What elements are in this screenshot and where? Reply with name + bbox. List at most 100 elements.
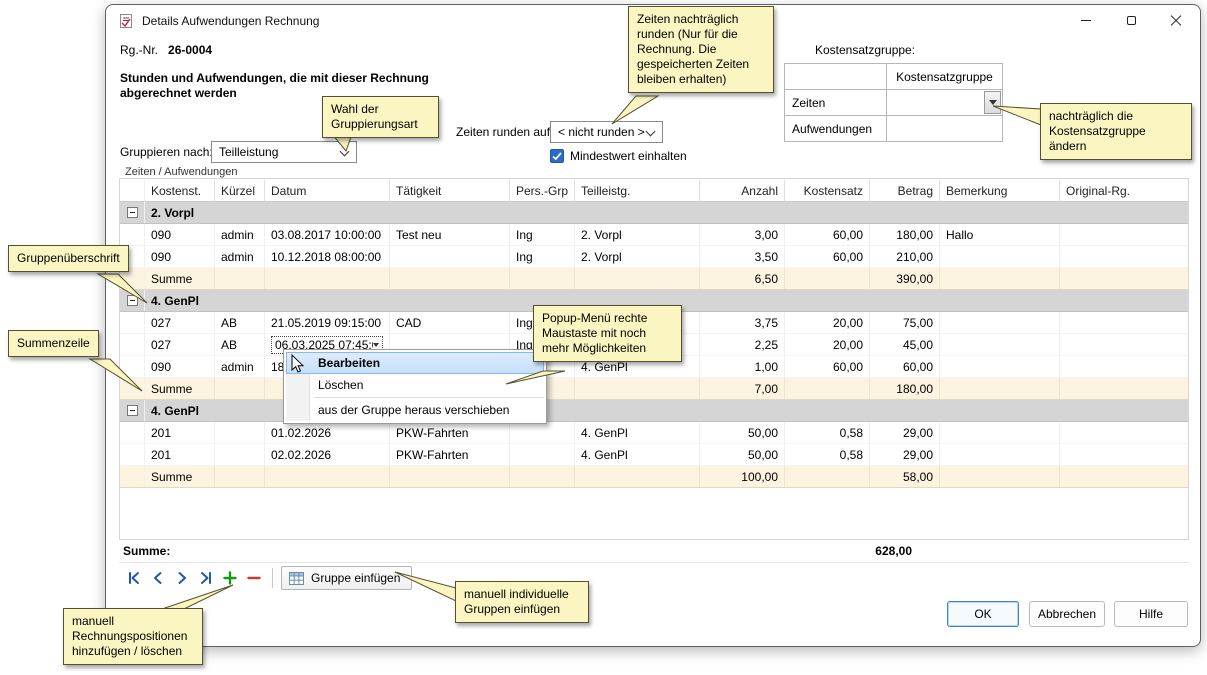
row-indicator-cell xyxy=(120,466,145,487)
record-toolbar: Gruppe einfügen xyxy=(122,565,412,591)
ks-zeiten-value-cell[interactable] xyxy=(887,90,1003,116)
chevron-down-icon xyxy=(989,100,997,105)
table-row[interactable]: 201 02.02.2026 PKW-Fahrten 4. GenPl 50,0… xyxy=(120,444,1188,466)
table-row[interactable]: 201 01.02.2026 PKW-Fahrten 4. GenPl 50,0… xyxy=(120,422,1188,444)
table-cell: admin xyxy=(215,246,265,267)
ks-dropdown-button[interactable] xyxy=(984,91,1001,114)
col-header-bemerkung[interactable]: Bemerkung xyxy=(940,180,1060,202)
last-record-icon xyxy=(198,570,214,586)
table-cell: 0,58 xyxy=(785,422,870,443)
table-cell xyxy=(510,422,575,443)
table-cell: 60,00 xyxy=(785,246,870,267)
gruppe-einfuegen-button[interactable]: Gruppe einfügen xyxy=(281,566,412,590)
row-indicator-cell xyxy=(120,224,145,245)
menu-item-verschieben[interactable]: aus der Gruppe heraus verschieben xyxy=(286,399,544,421)
collapse-icon[interactable] xyxy=(127,295,138,306)
table-cell xyxy=(265,268,390,289)
hilfe-button[interactable]: Hilfe xyxy=(1114,601,1188,627)
col-header-kuerzel[interactable]: Kürzel xyxy=(215,180,265,202)
table-cell xyxy=(1060,378,1188,399)
col-header-betrag[interactable]: Betrag xyxy=(870,180,940,202)
group-header-row[interactable]: 4. GenPl xyxy=(120,400,1188,422)
callout-zeiten-runden: Zeiten nachträglich runden (Nur für die … xyxy=(628,6,774,93)
mindestwert-checkbox[interactable] xyxy=(550,149,564,163)
next-record-button[interactable] xyxy=(170,567,193,589)
table-cell: 20,00 xyxy=(785,312,870,333)
group-header-row[interactable]: 2. Vorpl xyxy=(120,202,1188,224)
row-indicator-cell xyxy=(120,378,145,399)
table-cell: 027 xyxy=(145,334,215,355)
previous-record-button[interactable] xyxy=(146,567,169,589)
table-cell: 50,00 xyxy=(700,422,785,443)
callout-gruppierungsart: Wahl der Gruppierungsart xyxy=(322,96,439,138)
table-row[interactable]: 090 admin 03.08.2017 10:00:00 Test neu I… xyxy=(120,224,1188,246)
col-header-original[interactable]: Original-Rg. xyxy=(1060,180,1188,202)
table-cell: 090 xyxy=(145,224,215,245)
abbrechen-button[interactable]: Abbrechen xyxy=(1029,601,1105,627)
maximize-button[interactable] xyxy=(1109,6,1154,35)
table-cell xyxy=(1060,268,1188,289)
collapse-icon[interactable] xyxy=(127,405,138,416)
runden-select[interactable]: < nicht runden > xyxy=(550,121,663,143)
minimize-button[interactable] xyxy=(1063,6,1108,35)
menu-item-loeschen[interactable]: Löschen xyxy=(286,374,544,396)
kostensatzgruppe-label: Kostensatzgruppe: xyxy=(815,43,915,57)
total-value: 628,00 xyxy=(852,544,912,558)
table-cell xyxy=(575,466,700,487)
col-header-teilleistg[interactable]: Teilleistg. xyxy=(575,180,700,202)
add-row-button[interactable] xyxy=(218,567,241,589)
collapse-icon[interactable] xyxy=(127,207,138,218)
table-cell: 201 xyxy=(145,444,215,465)
col-header-kostensatz[interactable]: Kostensatz xyxy=(785,180,870,202)
summe-anzahl: 6,50 xyxy=(700,268,785,289)
delete-row-button[interactable] xyxy=(242,567,265,589)
table-cell xyxy=(1060,444,1188,465)
menu-item-bearbeiten[interactable]: Bearbeiten xyxy=(286,352,544,374)
table-cell xyxy=(510,268,575,289)
table-cell: Test neu xyxy=(390,224,510,245)
table-cell: 090 xyxy=(145,246,215,267)
table-cell xyxy=(785,466,870,487)
col-header-kostenst[interactable]: Kostenst. xyxy=(145,180,215,202)
table-cell xyxy=(1060,356,1188,377)
last-record-button[interactable] xyxy=(194,567,217,589)
table-row[interactable]: 090 admin 10.12.2018 08:00:00 Ing 2. Vor… xyxy=(120,246,1188,268)
close-icon xyxy=(1170,15,1182,27)
row-indicator-cell xyxy=(120,290,145,311)
row-indicator-cell xyxy=(120,202,145,223)
callout-gruppen-einfuegen: manuell individuelle Gruppen einfügen xyxy=(455,581,589,623)
summe-row: Summe 100,00 58,00 xyxy=(120,466,1188,488)
table-cell: 60,00 xyxy=(870,356,940,377)
gruppe-einfuegen-label: Gruppe einfügen xyxy=(311,571,400,585)
col-header-datum[interactable]: Datum xyxy=(265,180,390,202)
close-button[interactable] xyxy=(1153,6,1198,35)
table-cell xyxy=(1060,224,1188,245)
callout-kostensatzgruppe: nachträglich die Kostensatzgruppe ändern xyxy=(1040,103,1192,160)
gruppieren-select[interactable]: Teilleistung xyxy=(211,141,357,163)
ks-aufwendungen-value-cell[interactable] xyxy=(887,116,1003,142)
table-cell xyxy=(510,444,575,465)
table-cell: 75,00 xyxy=(870,312,940,333)
summe-anzahl: 7,00 xyxy=(700,378,785,399)
table-cell: 60,00 xyxy=(785,356,870,377)
row-indicator-cell xyxy=(120,444,145,465)
table-cell xyxy=(390,466,510,487)
table-cell xyxy=(940,378,1060,399)
rg-label: Rg.-Nr. xyxy=(120,43,158,57)
row-indicator-cell xyxy=(120,312,145,333)
table-cell xyxy=(215,444,265,465)
chevron-down-icon xyxy=(340,147,350,157)
col-header-taetigkeit[interactable]: Tätigkeit xyxy=(390,180,510,202)
mouse-cursor xyxy=(287,353,307,373)
first-record-button[interactable] xyxy=(122,567,145,589)
table-cell: admin xyxy=(215,224,265,245)
col-header-anzahl[interactable]: Anzahl xyxy=(700,180,785,202)
runden-label: Zeiten runden auf: xyxy=(456,125,553,139)
ok-button[interactable]: OK xyxy=(947,601,1019,627)
table-cell: 3,00 xyxy=(700,224,785,245)
table-cell: 45,00 xyxy=(870,334,940,355)
table-cell xyxy=(940,356,1060,377)
table-cell xyxy=(215,466,265,487)
col-header-persgrp[interactable]: Pers.-Grp xyxy=(510,180,575,202)
callout-rechnungspositionen: manuell Rechnungspositionen hinzufügen /… xyxy=(63,608,203,665)
